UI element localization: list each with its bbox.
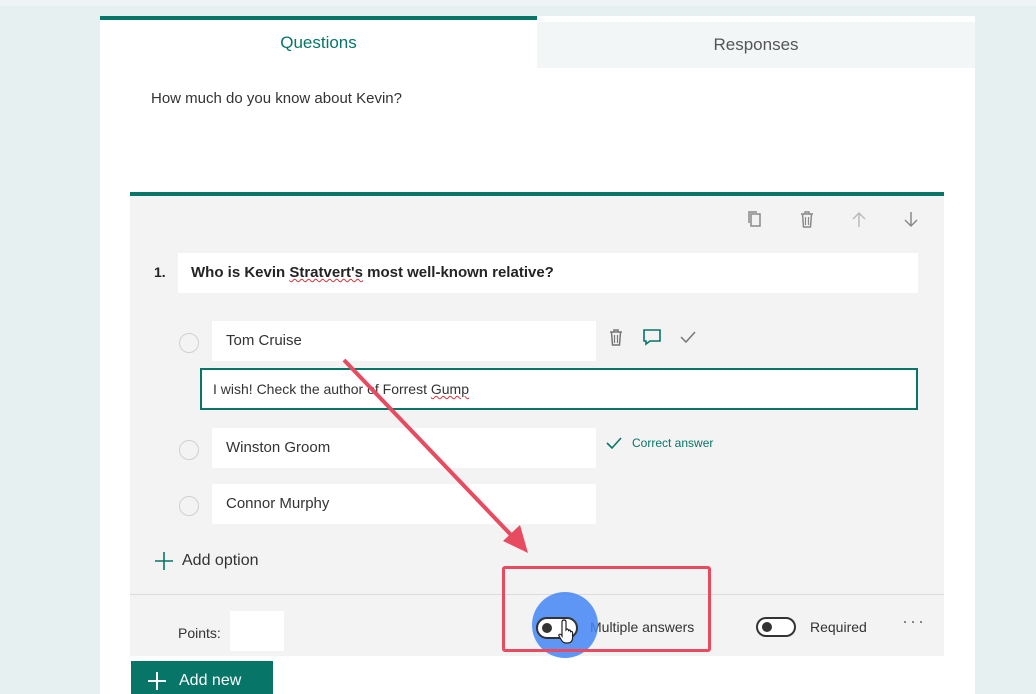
add-new-button[interactable]: Add new [131, 661, 273, 694]
plus-icon [148, 672, 166, 690]
annotation-arrow [342, 358, 528, 553]
add-new-label: Add new [179, 672, 242, 689]
